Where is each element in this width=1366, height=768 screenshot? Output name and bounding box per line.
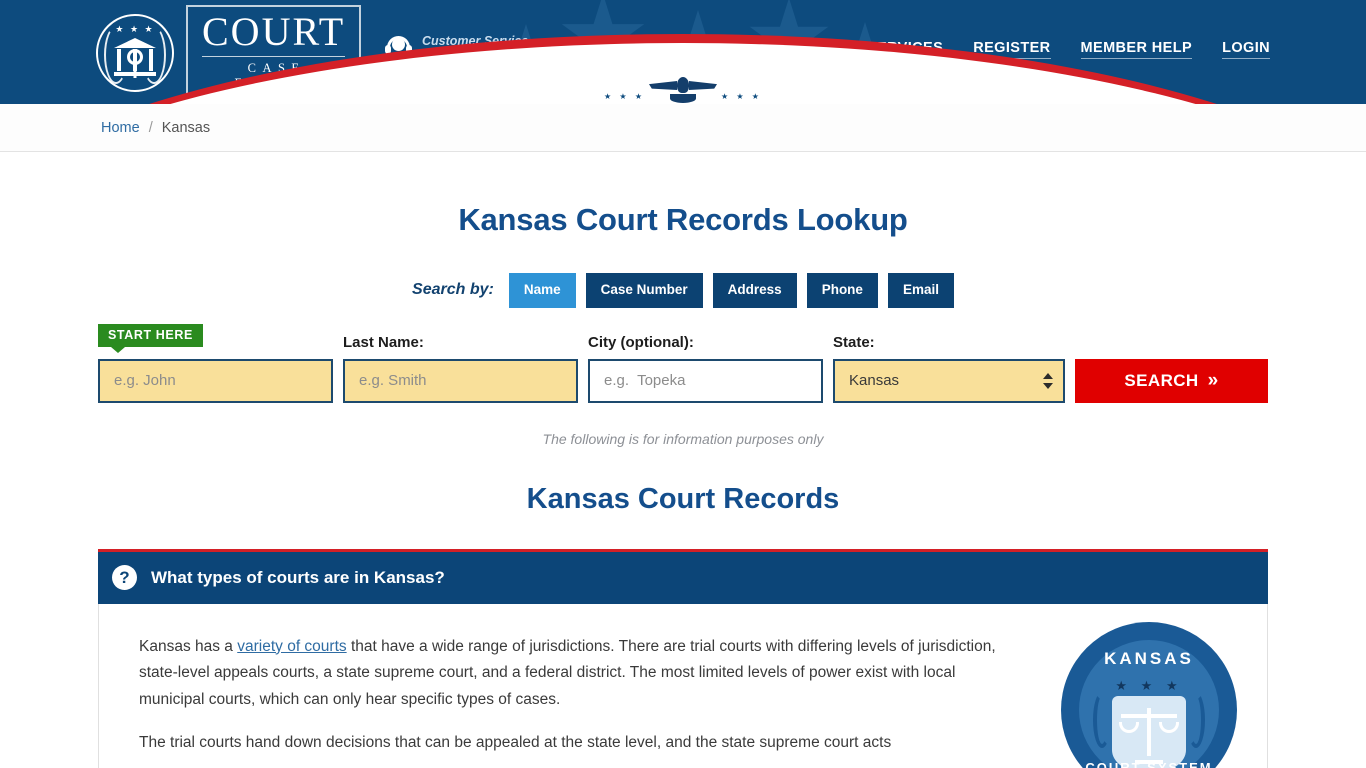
breadcrumb-home[interactable]: Home [101, 120, 140, 136]
main-content: Kansas Court Records Lookup Search by: N… [0, 202, 1366, 768]
logo-seal-icon: ★ ★ ★ [96, 13, 174, 92]
faq-paragraph-1: Kansas has a variety of courts that have… [139, 634, 1021, 714]
emblem-stars-right: ★ ★ ★ [721, 92, 762, 101]
page-title: Kansas Court Records Lookup [458, 202, 908, 237]
section-title: Kansas Court Records [526, 482, 840, 515]
tab-name[interactable]: Name [508, 273, 576, 308]
tab-address[interactable]: Address [712, 273, 797, 308]
variety-of-courts-link[interactable]: variety of courts [237, 638, 346, 655]
site-header: ★ ★ ★ COURT CASE FINDER Customer Service… [0, 0, 1366, 104]
kansas-court-system-seal-icon: KANSAS ★ ★ ★ COURT SYSTEM [1061, 621, 1237, 768]
state-select[interactable]: Kansas [833, 358, 1065, 403]
last-name-field-group: Last Name: [343, 334, 578, 403]
city-label: City (optional): [588, 333, 694, 351]
scales-of-justice-icon [1119, 702, 1179, 764]
last-name-input[interactable] [343, 358, 578, 403]
seal-bottom-text: COURT SYSTEM [1085, 759, 1213, 768]
city-field-group: City (optional): [588, 334, 823, 403]
breadcrumb-current: Kansas [161, 119, 211, 136]
city-input[interactable] [588, 358, 823, 403]
eagle-emblem: ★ ★ ★ ★ ★ ★ [568, 73, 798, 103]
faq-accordion: ? What types of courts are in Kansas? Ka… [98, 548, 1268, 768]
question-mark-icon: ? [112, 565, 137, 590]
search-button[interactable]: SEARCH » [1075, 358, 1268, 403]
eagle-icon [649, 77, 717, 103]
emblem-stars-left: ★ ★ ★ [604, 92, 645, 101]
search-button-label: SEARCH [1124, 370, 1199, 390]
tab-email[interactable]: Email [887, 273, 954, 308]
faq-paragraph-2: The trial courts hand down decisions tha… [139, 734, 892, 752]
search-by-label: Search by: [412, 281, 494, 299]
first-name-input[interactable] [98, 358, 333, 403]
nav-item-login[interactable]: LOGIN [1222, 40, 1270, 59]
logo-primary-text: COURT [202, 9, 346, 54]
double-chevron-right-icon: » [1207, 370, 1219, 391]
faq-p1-text-a: Kansas has a [139, 637, 238, 655]
start-here-badge: START HERE [98, 323, 203, 353]
seal-stars: ★ ★ ★ [1115, 677, 1183, 693]
breadcrumb: Home / Kansas [0, 104, 1366, 152]
faq-accordion-body: Kansas has a variety of courts that have… [98, 603, 1268, 768]
nav-item-member-help[interactable]: MEMBER HELP [1080, 40, 1193, 59]
faq-question: What types of courts are in Kansas? [151, 567, 445, 587]
logo-divider [202, 56, 346, 57]
last-name-label: Last Name: [343, 333, 424, 351]
disclaimer-text: The following is for information purpose… [542, 430, 824, 447]
logo-seal-stars: ★ ★ ★ [115, 23, 155, 34]
search-by-tabs: Search by: Name Case Number Address Phon… [0, 273, 1366, 308]
state-field-group: State: Kansas [833, 334, 1065, 403]
search-form: START HERE First Name: Last Name: City (… [0, 323, 1366, 403]
seal-top-text: KANSAS [1104, 648, 1194, 668]
faq-accordion-header[interactable]: ? What types of courts are in Kansas? [98, 551, 1268, 604]
state-label: State: [833, 333, 875, 351]
tab-case-number[interactable]: Case Number [585, 273, 703, 308]
breadcrumb-separator: / [148, 119, 153, 136]
tab-phone[interactable]: Phone [806, 273, 878, 308]
